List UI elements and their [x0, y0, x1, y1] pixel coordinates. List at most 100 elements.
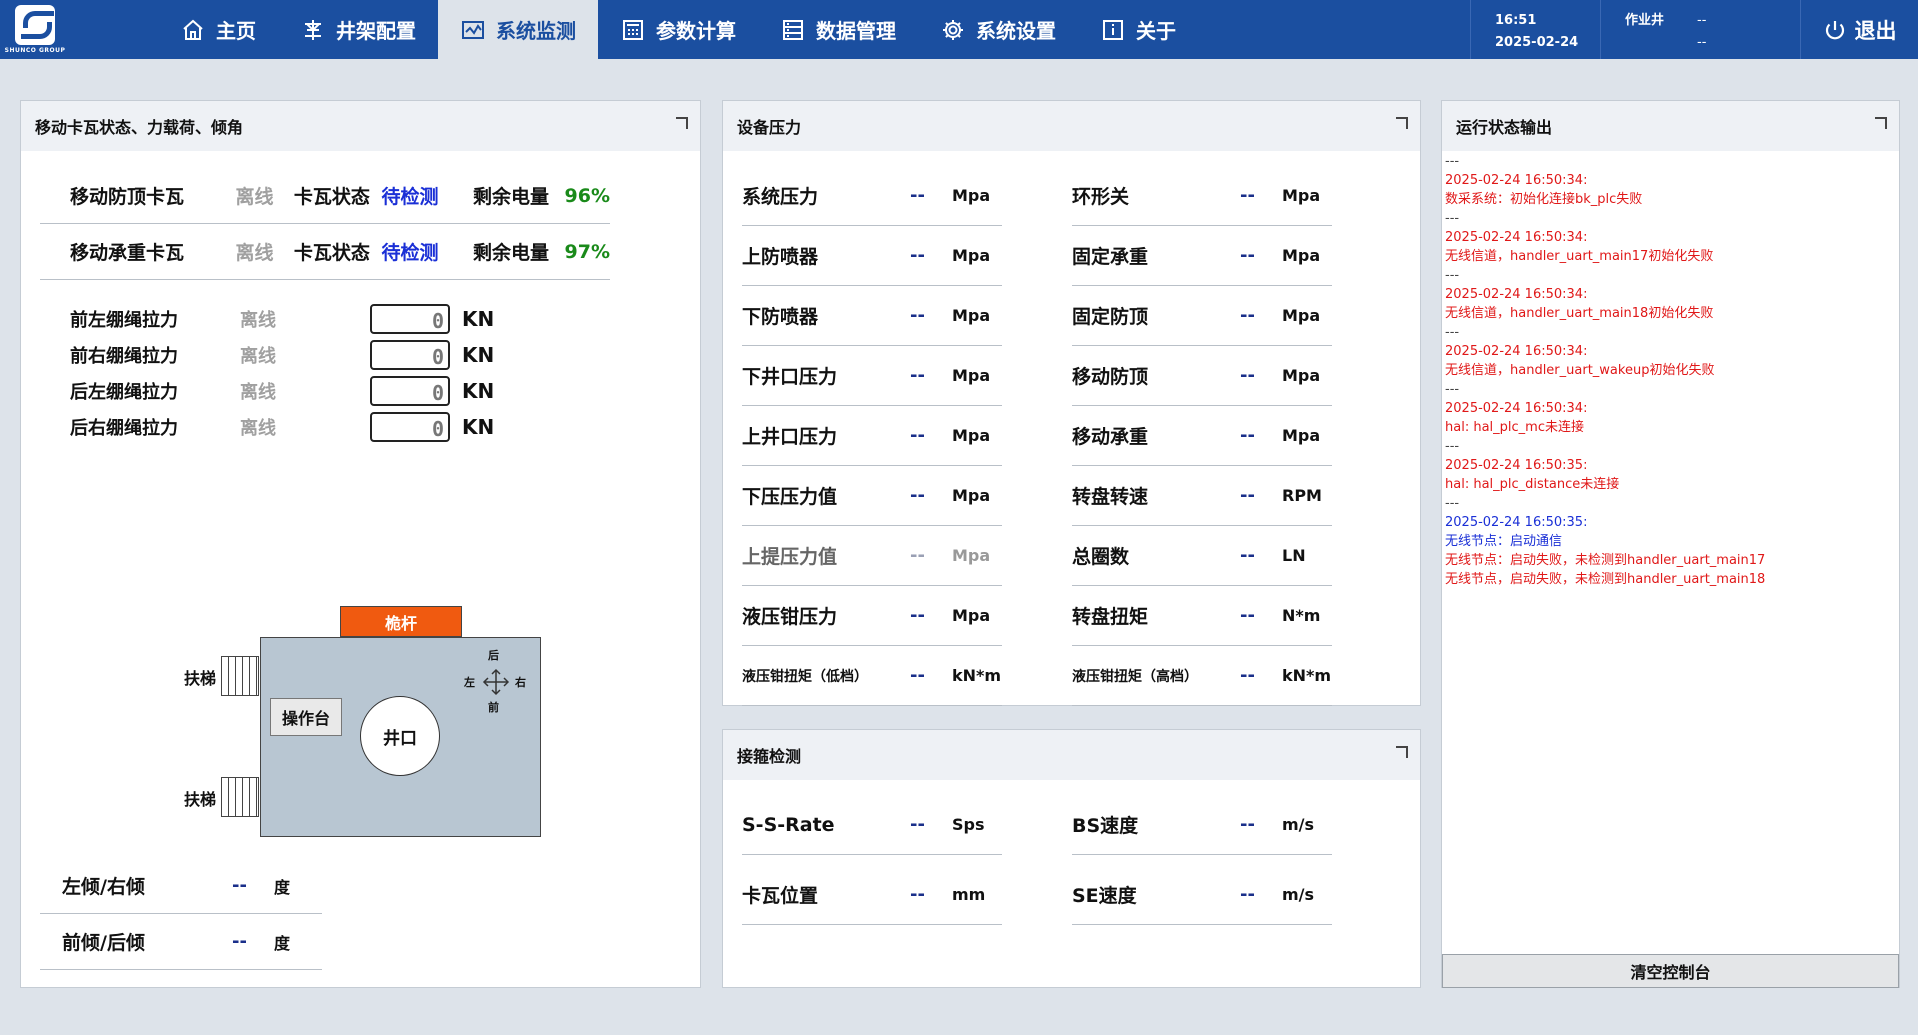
- tension-row: 后左绷绳拉力 离线 0 KN: [70, 374, 494, 408]
- pressure-row: 固定承重 -- Mpa: [1072, 226, 1332, 286]
- nav-about[interactable]: 关于: [1078, 0, 1198, 59]
- tension-display: 0: [370, 304, 450, 334]
- work-well-value-1: --: [1697, 13, 1707, 28]
- pressure-value: --: [1240, 185, 1255, 206]
- mast-block: 桅杆: [340, 606, 462, 637]
- pressure-row: 转盘转速 -- RPM: [1072, 466, 1332, 526]
- collar-unit: m/s: [1282, 885, 1315, 904]
- pressure-unit: LN: [1282, 546, 1306, 565]
- pressure-unit: Mpa: [1282, 366, 1321, 385]
- database-icon: [780, 17, 806, 43]
- clear-console-button[interactable]: 清空控制台: [1442, 954, 1899, 988]
- pressure-row: 液压钳扭矩（高档） -- kN*m: [1072, 646, 1332, 706]
- pressure-row: 环形关 -- Mpa: [1072, 166, 1332, 226]
- pressure-label: 固定承重: [1072, 246, 1149, 268]
- pressure-label: 系统压力: [742, 186, 819, 208]
- nav-param-calc[interactable]: 参数计算: [598, 0, 758, 59]
- slip-state-label: 卡瓦状态: [293, 186, 370, 208]
- pressure-value: --: [910, 245, 925, 266]
- tension-name: 前左绷绳拉力: [70, 310, 178, 331]
- pressure-value: --: [1240, 545, 1255, 566]
- expand-corner-icon[interactable]: [1875, 117, 1887, 129]
- log-line: ---: [1445, 439, 1460, 454]
- pressure-unit: kN*m: [952, 666, 1002, 685]
- log-line: 无线节点：启动通信: [1445, 534, 1563, 549]
- log-line: 无线节点，启动失败，未检测到handler_uart_main18: [1445, 572, 1766, 587]
- pressure-value: --: [1240, 305, 1255, 326]
- collar-unit: Sps: [952, 815, 985, 834]
- pressure-value: --: [910, 305, 925, 326]
- logo-mark-icon: [15, 5, 55, 45]
- slip-row: 移动防顶卡瓦 离线 卡瓦状态 待检测 剩余电量 96%: [40, 168, 610, 224]
- pressure-unit: Mpa: [952, 546, 991, 565]
- console-button[interactable]: 操作台: [270, 698, 342, 736]
- log-line: 无线信道，handler_uart_main17初始化失败: [1445, 249, 1714, 264]
- calculator-icon: [620, 17, 646, 43]
- expand-corner-icon[interactable]: [1396, 117, 1408, 129]
- tension-status: 离线: [240, 310, 276, 331]
- pressure-unit: Mpa: [1282, 306, 1321, 325]
- pressure-value: --: [910, 545, 925, 566]
- log-line: 2025-02-24 16:50:35:: [1445, 515, 1588, 530]
- pressure-label: 上提压力值: [742, 546, 838, 568]
- direction-front-label: 前: [488, 701, 499, 714]
- tension-display: 0: [370, 412, 450, 442]
- top-nav-bar: SHUNCO GROUP 主页 井架配置 系统监测 参数计算 数据管理 系统设置…: [0, 0, 1918, 59]
- collar-row: S-S-Rate -- Sps: [742, 795, 1002, 855]
- tension-display: 0: [370, 340, 450, 370]
- tension-value: 0: [431, 417, 444, 441]
- company-logo: SHUNCO GROUP: [0, 0, 70, 59]
- pressure-row: 移动承重 -- Mpa: [1072, 406, 1332, 466]
- pressure-row: 系统压力 -- Mpa: [742, 166, 1002, 226]
- tension-unit: KN: [462, 379, 495, 403]
- tilt-label: 前倾/后倾: [62, 932, 145, 954]
- slip-connection-status: 离线: [235, 242, 274, 264]
- work-well-label: 作业井: [1625, 13, 1665, 28]
- battery-label: 剩余电量: [473, 186, 550, 208]
- clock-time: 16:51: [1495, 13, 1537, 28]
- console-log: --- 2025-02-24 16:50:34: 数采系统：初始化连接bk_plc失…: [1445, 152, 1895, 952]
- nav-rig-config[interactable]: 井架配置: [278, 0, 438, 59]
- nav-data-manage[interactable]: 数据管理: [758, 0, 918, 59]
- pressure-row: 移动防顶 -- Mpa: [1072, 346, 1332, 406]
- battery-value: 97%: [564, 240, 610, 263]
- nav-system-monitor-label: 系统监测: [496, 19, 576, 43]
- slip-connection-status: 离线: [235, 186, 274, 208]
- tension-unit: KN: [462, 307, 495, 331]
- pressure-label: 液压钳压力: [742, 606, 838, 628]
- log-line: hal: hal_plc_distance未连接: [1445, 477, 1620, 492]
- pressure-label: 移动防顶: [1072, 366, 1149, 388]
- pressure-unit: Mpa: [952, 606, 991, 625]
- pressure-value: --: [910, 605, 925, 626]
- pressure-unit: Mpa: [952, 186, 991, 205]
- pressure-label: 上防喷器: [742, 246, 819, 268]
- nav-system-settings[interactable]: 系统设置: [918, 0, 1078, 59]
- tension-status: 离线: [240, 346, 276, 367]
- pressure-value: --: [1240, 605, 1255, 626]
- pressure-value: --: [1240, 485, 1255, 506]
- pressure-row: 总圈数 -- LN: [1072, 526, 1332, 586]
- ladder-label: 扶梯: [184, 790, 217, 809]
- logout-button[interactable]: 退出: [1800, 0, 1918, 59]
- log-line: 无线节点：启动失败，未检测到handler_uart_main17: [1445, 553, 1766, 568]
- collar-value: --: [1240, 814, 1255, 835]
- nav-home[interactable]: 主页: [158, 0, 278, 59]
- pressure-label: 环形关: [1072, 186, 1130, 208]
- collar-value: --: [1240, 884, 1255, 905]
- collar-row: SE速度 -- m/s: [1072, 865, 1332, 925]
- expand-corner-icon[interactable]: [1396, 746, 1408, 758]
- pressure-unit: Mpa: [1282, 426, 1321, 445]
- expand-corner-icon[interactable]: [676, 117, 688, 129]
- pressure-label: 固定防顶: [1072, 306, 1149, 328]
- ladder-icon: [221, 777, 259, 817]
- gear-icon: [940, 17, 966, 43]
- log-line: ---: [1445, 382, 1460, 397]
- pressure-row: 固定防顶 -- Mpa: [1072, 286, 1332, 346]
- nav-system-monitor[interactable]: 系统监测: [438, 0, 598, 59]
- collar-unit: mm: [952, 885, 986, 904]
- datetime-display: 16:51 2025-02-24: [1470, 0, 1600, 59]
- tension-display: 0: [370, 376, 450, 406]
- pressure-unit: Mpa: [1282, 186, 1321, 205]
- battery-value: 96%: [564, 184, 610, 207]
- pressure-row: 上提压力值 -- Mpa: [742, 526, 1002, 586]
